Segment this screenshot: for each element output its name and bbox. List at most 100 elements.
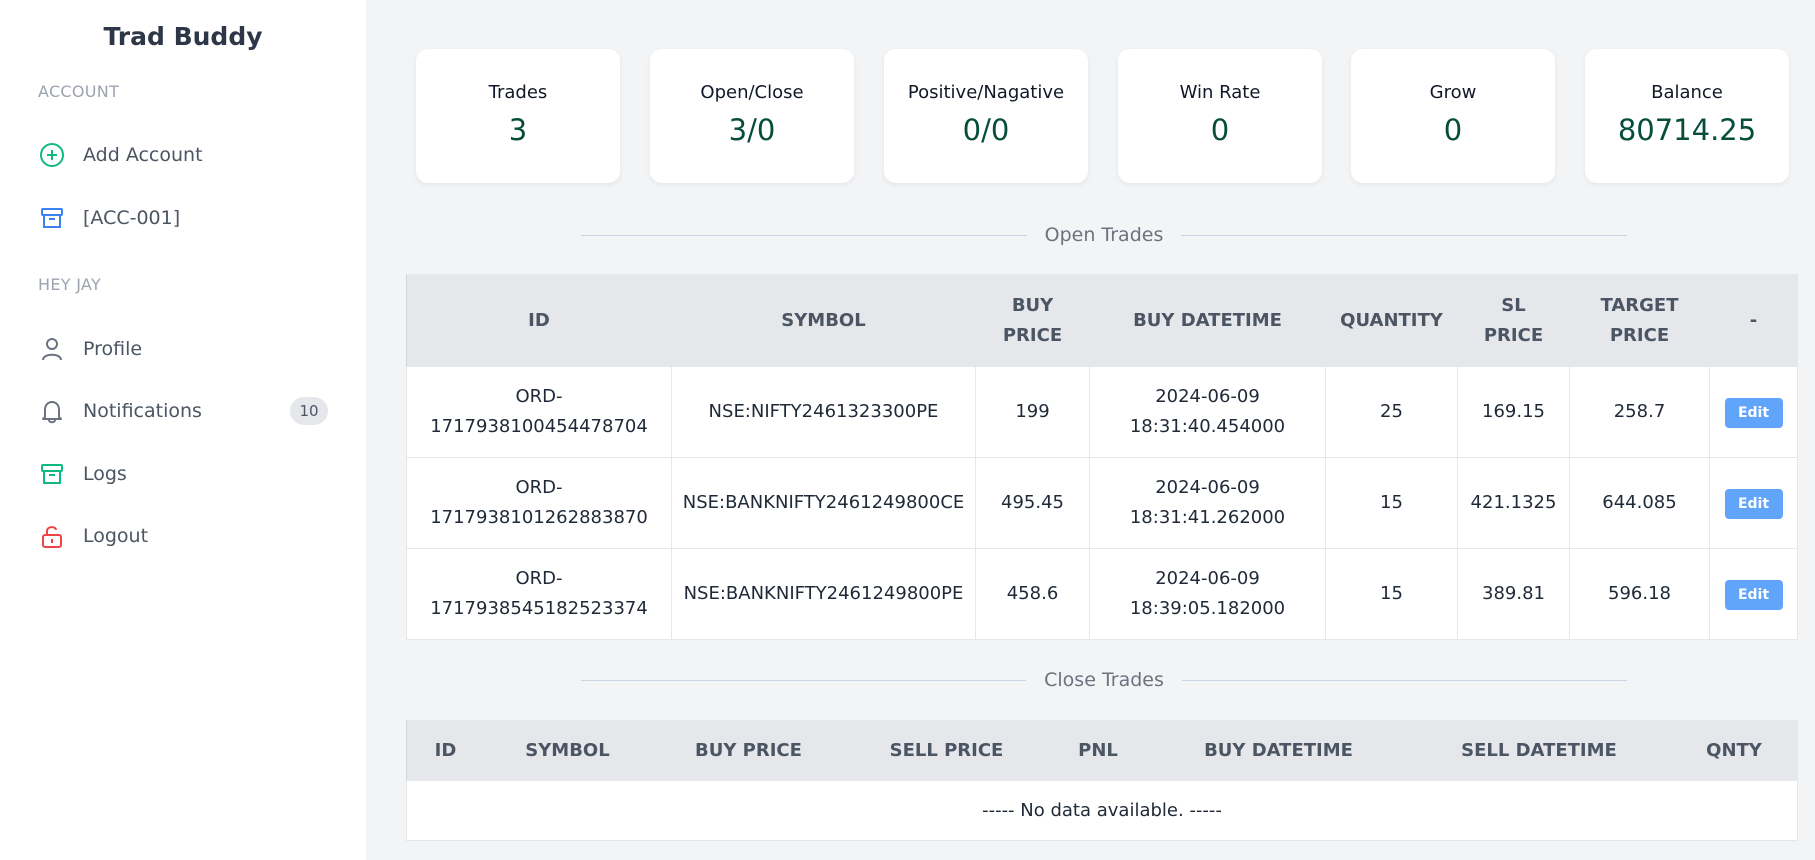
close-trades-divider: Close Trades — [581, 668, 1627, 692]
cell-quantity: 25 — [1325, 366, 1458, 458]
cell-id: ORD- 1717938100454478704 — [406, 366, 672, 458]
stat-card-win-rate: Win Rate 0 — [1118, 49, 1322, 183]
cell-target-price: 644.085 — [1569, 457, 1710, 549]
header-line: SL — [1501, 294, 1526, 316]
stat-card-grow: Grow 0 — [1351, 49, 1555, 183]
column-header-action: - — [1709, 274, 1798, 367]
time-text: 18:39:05.182000 — [1129, 598, 1286, 619]
stat-card-open-close: Open/Close 3/0 — [650, 49, 854, 183]
edit-button[interactable]: Edit — [1724, 397, 1783, 428]
open-trades-heading: Open Trades — [1044, 224, 1164, 246]
column-header-buy-price: BUY PRICE — [650, 720, 847, 781]
close-trades-heading: Close Trades — [1044, 669, 1164, 691]
user-icon — [38, 335, 66, 363]
column-header-quantity: QUANTITY — [1325, 274, 1458, 367]
table-row: ORD- 1717938100454478704 NSE:NIFTY2461323… — [406, 366, 1798, 458]
cell-target-price: 258.7 — [1569, 366, 1710, 458]
cell-buy-datetime: 2024-06-09 18:31:40.454000 — [1089, 366, 1326, 458]
column-header-symbol: SYMBOL — [484, 720, 651, 781]
table-header-row: ID SYMBOL BUY PRICE BUY DATETIME QUANTITY… — [406, 274, 1798, 367]
header-line: PRICE — [1002, 324, 1063, 346]
stat-value: 0/0 — [962, 113, 1010, 147]
bell-icon — [38, 397, 66, 425]
column-header-target-price: TARGET PRICE — [1569, 274, 1710, 367]
column-header-qnty: QNTY — [1670, 720, 1798, 781]
date-text: 2024-06-09 — [1155, 386, 1260, 407]
sidebar-item-label: Add Account — [83, 144, 203, 166]
column-header-sell-datetime: SELL DATETIME — [1407, 720, 1671, 781]
divider-line — [581, 679, 1027, 681]
stat-value: 80714.25 — [1617, 113, 1757, 147]
cell-sl-price: 421.1325 — [1457, 457, 1570, 549]
sidebar-item-label: Notifications — [83, 400, 202, 422]
sidebar-item-add-account[interactable]: Add Account — [38, 135, 328, 175]
cell-buy-price: 458.6 — [975, 548, 1090, 640]
id-number: 1717938100454478704 — [430, 416, 648, 437]
table-row: ORD- 1717938545182523374 NSE:BANKNIFTY246… — [406, 548, 1798, 640]
stat-title: Open/Close — [700, 82, 804, 103]
cell-quantity: 15 — [1325, 548, 1458, 640]
date-text: 2024-06-09 — [1155, 477, 1260, 498]
unlock-icon — [38, 522, 66, 550]
sidebar-item-label: [ACC-001] — [83, 207, 181, 229]
account-section-label: ACCOUNT — [38, 82, 120, 101]
column-header-id: ID — [406, 720, 485, 781]
sidebar: Trad Buddy ACCOUNT Add Account [ACC-001]… — [0, 0, 366, 860]
cell-id: ORD- 1717938545182523374 — [406, 548, 672, 640]
cell-buy-datetime: 2024-06-09 18:39:05.182000 — [1089, 548, 1326, 640]
stat-card-balance: Balance 80714.25 — [1585, 49, 1789, 183]
cell-action: Edit — [1709, 366, 1798, 458]
close-trades-table: ID SYMBOL BUY PRICE SELL PRICE PNL BUY D… — [406, 720, 1798, 841]
column-header-sl-price: SL PRICE — [1457, 274, 1570, 367]
column-header-sell-price: SELL PRICE — [846, 720, 1047, 781]
sidebar-item-label: Logout — [83, 525, 149, 547]
cell-quantity: 15 — [1325, 457, 1458, 549]
cell-sl-price: 389.81 — [1457, 548, 1570, 640]
stat-title: Positive/Nagative — [907, 82, 1065, 103]
header-line: BUY — [1011, 294, 1054, 316]
cell-target-price: 596.18 — [1569, 548, 1710, 640]
cell-symbol: NSE:BANKNIFTY2461249800PE — [671, 548, 976, 640]
edit-button[interactable]: Edit — [1724, 579, 1783, 610]
stat-value: 3/0 — [728, 113, 776, 147]
cell-buy-price: 495.45 — [975, 457, 1090, 549]
stat-title: Grow — [1429, 82, 1477, 103]
cell-buy-datetime: 2024-06-09 18:31:41.262000 — [1089, 457, 1326, 549]
notifications-count-badge: 10 — [290, 397, 328, 425]
id-prefix: ORD- — [515, 477, 563, 498]
table-row: ORD- 1717938101262883870 NSE:BANKNIFTY246… — [406, 457, 1798, 549]
app-title: Trad Buddy — [103, 22, 263, 51]
id-number: 1717938545182523374 — [430, 598, 648, 619]
stat-card-positive-negative: Positive/Nagative 0/0 — [884, 49, 1088, 183]
sidebar-item-account[interactable]: [ACC-001] — [38, 198, 328, 238]
column-header-pnl: PNL — [1046, 720, 1150, 781]
stat-card-trades: Trades 3 — [416, 49, 620, 183]
cell-id: ORD- 1717938101262883870 — [406, 457, 672, 549]
sidebar-item-label: Logs — [83, 463, 127, 485]
plus-circle-icon — [38, 141, 66, 169]
stat-title: Win Rate — [1179, 82, 1261, 103]
stat-title: Trades — [488, 82, 548, 103]
date-text: 2024-06-09 — [1155, 568, 1260, 589]
sidebar-item-notifications[interactable]: Notifications 10 — [38, 391, 328, 431]
header-line: PRICE — [1609, 324, 1670, 346]
column-header-buy-datetime: BUY DATETIME — [1149, 720, 1408, 781]
empty-table-message: ----- No data available. ----- — [406, 780, 1798, 841]
sidebar-item-logout[interactable]: Logout — [38, 516, 328, 556]
table-row: ----- No data available. ----- — [406, 780, 1798, 841]
stat-title: Balance — [1651, 82, 1723, 103]
edit-button[interactable]: Edit — [1724, 488, 1783, 519]
table-header-row: ID SYMBOL BUY PRICE SELL PRICE PNL BUY D… — [406, 720, 1798, 781]
main-content: Trades 3 Open/Close 3/0 Positive/Nagativ… — [366, 0, 1815, 860]
stat-value: 0 — [1443, 113, 1463, 147]
divider-line — [581, 234, 1027, 236]
open-trades-table: ID SYMBOL BUY PRICE BUY DATETIME QUANTITY… — [406, 274, 1798, 640]
cell-sl-price: 169.15 — [1457, 366, 1570, 458]
archive-icon — [38, 204, 66, 232]
id-prefix: ORD- — [515, 386, 563, 407]
sidebar-item-logs[interactable]: Logs — [38, 454, 328, 494]
time-text: 18:31:40.454000 — [1129, 416, 1286, 437]
sidebar-item-profile[interactable]: Profile — [38, 329, 328, 369]
cell-symbol: NSE:NIFTY2461323300PE — [671, 366, 976, 458]
column-header-id: ID — [406, 274, 672, 367]
